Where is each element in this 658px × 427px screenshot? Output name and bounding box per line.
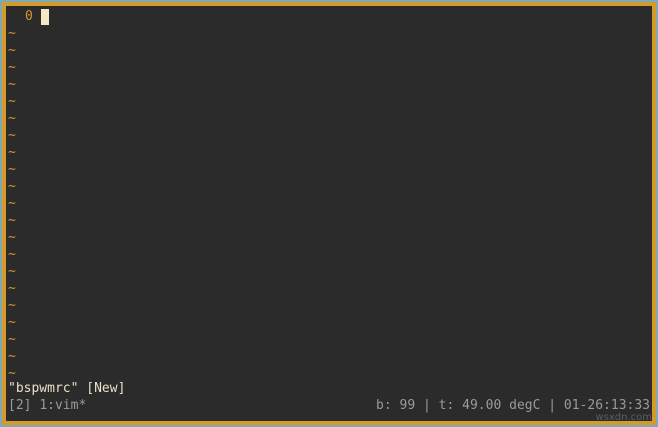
separator: | [548, 398, 557, 413]
empty-line-marker: ~ [8, 179, 16, 194]
empty-line-markers: ~ ~ ~ ~ ~ ~ ~ ~ ~ ~ ~ ~ ~ ~ ~ ~ ~ ~ ~ ~ ~ [8, 25, 16, 382]
empty-line-marker: ~ [8, 196, 16, 211]
temperature-status: t: 49.00 degC [438, 398, 541, 413]
watermark: wsxdn.com [595, 412, 652, 423]
terminal-window: 0 ~ ~ ~ ~ ~ ~ ~ ~ ~ ~ ~ ~ ~ ~ ~ ~ ~ ~ ~ ~ ~ "bspwmrc" [New] … [2, 2, 656, 425]
session-label: [2] [8, 398, 32, 413]
empty-line-marker: ~ [8, 145, 16, 160]
empty-line-marker: ~ [8, 111, 16, 126]
window-tab[interactable]: 1:vim* [39, 398, 86, 413]
empty-line-marker: ~ [8, 26, 16, 41]
empty-line-marker: ~ [8, 77, 16, 92]
separator: | [423, 398, 431, 413]
editor-line-1: 0 [8, 8, 55, 25]
empty-line-marker: ~ [8, 264, 16, 279]
empty-line-marker: ~ [8, 162, 16, 177]
empty-line-marker: ~ [8, 298, 16, 313]
empty-line-marker: ~ [8, 332, 16, 347]
empty-line-marker: ~ [8, 43, 16, 58]
vim-editor[interactable]: 0 ~ ~ ~ ~ ~ ~ ~ ~ ~ ~ ~ ~ ~ ~ ~ ~ ~ ~ ~ ~ ~ "bspwmrc" [New] … [8, 8, 650, 419]
empty-line-marker: ~ [8, 213, 16, 228]
empty-line-marker: ~ [8, 230, 16, 245]
empty-line-marker: ~ [8, 128, 16, 143]
text-cursor [41, 9, 49, 25]
empty-line-marker: ~ [8, 247, 16, 262]
command-message: "bspwmrc" [New] [8, 381, 126, 396]
empty-line-marker: ~ [8, 315, 16, 330]
clock: 01-26:13:33 [563, 398, 650, 413]
line-number: 0 [25, 9, 33, 24]
empty-line-marker: ~ [8, 94, 16, 109]
battery-status: b: 99 [376, 398, 416, 413]
tmux-status-left: [2] 1:vim* [8, 397, 86, 414]
empty-line-marker: ~ [8, 60, 16, 75]
empty-line-marker: ~ [8, 281, 16, 296]
empty-line-marker: ~ [8, 349, 16, 364]
